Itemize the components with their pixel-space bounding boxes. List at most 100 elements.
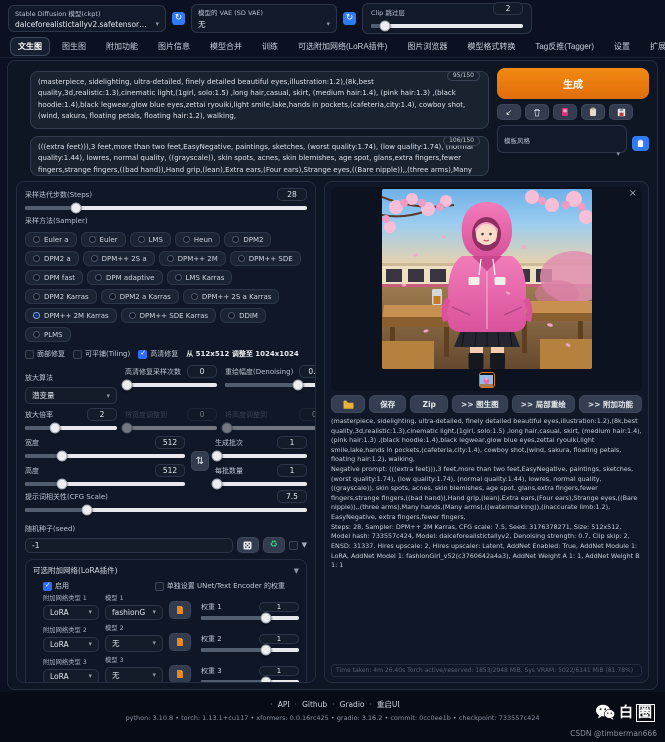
footer-link[interactable]: API [265,700,289,709]
close-icon[interactable]: × [629,188,637,199]
style-template-select[interactable]: 模板风格 ▾ [497,125,627,153]
tab[interactable]: Tag反推(Tagger) [527,37,602,56]
tab[interactable]: 图生图 [54,37,94,56]
lora-weight-input[interactable]: 1 [259,634,299,644]
output-action-button[interactable]: >> 附加功能 [579,395,642,413]
tiling-checkbox[interactable]: 可平铺(Tiling) [73,349,130,359]
cfg-input[interactable]: 7.5 [277,490,307,503]
extra-seed-checkbox[interactable] [289,541,298,550]
sampler-radio[interactable]: LMS Karras [167,270,233,285]
sampler-radio[interactable]: DPM fast [25,270,83,285]
steps-input[interactable]: 28 [277,188,307,201]
footer-link[interactable]: Github [290,700,328,709]
sampler-radio[interactable]: DPM++ 2M [159,251,226,266]
lora-weight-slider[interactable] [201,616,299,620]
apply-style-button[interactable] [632,136,649,151]
lora-type-select[interactable]: LoRA▾ [43,605,99,620]
vae-select[interactable]: 模型的 VAE (SD VAE) 无▾ [191,4,337,33]
sampler-radio[interactable]: DDIM [220,308,266,323]
sampler-radio[interactable]: DPM++ 2M Karras [25,308,117,323]
lora-model-select[interactable]: fashionG▾ [105,605,163,620]
batch-count-input[interactable]: 1 [277,436,307,449]
width-input[interactable]: 512 [155,436,185,449]
lora-weight-input[interactable]: 1 [259,666,299,676]
sampler-radio[interactable]: DPM adaptive [87,270,162,285]
output-action-button[interactable]: >> 图生图 [452,395,508,413]
sampler-radio[interactable]: DPM++ 2S a [83,251,155,266]
extra-networks-button[interactable] [553,104,577,120]
seed-input[interactable]: -1 [25,538,233,553]
height-input[interactable]: 512 [155,464,185,477]
clear-prompt-button[interactable] [525,104,549,120]
tab[interactable]: 图片信息 [150,37,198,56]
upscaler-select[interactable]: 潜变量▾ [25,387,117,404]
reuse-seed-button[interactable]: ♻ [263,537,285,553]
cfg-slider[interactable] [25,508,307,512]
lora-type-select[interactable]: LoRA▾ [43,669,99,683]
lora-model-select[interactable]: 无▾ [105,667,163,683]
clip-skip-input[interactable]: 2 [493,2,523,15]
batch-size-slider[interactable] [215,482,307,486]
batch-count-slider[interactable] [215,454,307,458]
restore-faces-checkbox[interactable]: 面部修复 [25,349,65,359]
height-slider[interactable] [25,482,185,486]
tab[interactable]: 设置 [606,37,638,56]
prompt-input[interactable]: 95/150 (masterpiece, sidelighting, ultra… [30,71,489,129]
negative-prompt-input[interactable]: 106/150 (((extra feet))),3 feet,more tha… [30,136,489,176]
lora-weight-input[interactable]: 1 [259,602,299,612]
apply-style-to-prompt-button[interactable] [581,104,605,120]
sampler-radio[interactable]: Euler [81,232,126,247]
swap-dimensions-button[interactable]: ⇅ [191,451,209,471]
sampler-radio[interactable]: DPM2 a [25,251,79,266]
sampler-radio[interactable]: Euler a [25,232,77,247]
refresh-vae-button[interactable]: ↻ [343,12,356,25]
lora-type-select[interactable]: LoRA▾ [43,637,99,652]
tab[interactable]: 附加功能 [98,37,146,56]
sampler-radio[interactable]: DPM2 Karras [25,289,97,304]
checkpoint-select[interactable]: Stable Diffusion 模型(ckpt) dalceforealist… [8,5,166,32]
tab[interactable]: 训练 [254,37,286,56]
footer-link[interactable]: 重启UI [365,700,400,709]
sampler-radio[interactable]: PLMS [25,327,71,342]
sampler-radio[interactable]: DPM++ 2S a Karras [183,289,280,304]
upscale-by-input[interactable]: 2 [87,408,117,421]
batch-size-input[interactable]: 1 [277,464,307,477]
clip-skip-slider[interactable] [371,24,523,28]
sampler-radio[interactable]: DPM++ SDE Karras [121,308,216,323]
tab[interactable]: 可选附加网络(LoRA插件) [290,37,395,56]
lora-model-info-button[interactable] [169,633,191,651]
tab[interactable]: 模型合并 [202,37,250,56]
generated-image[interactable] [382,189,592,369]
width-slider[interactable] [25,454,185,458]
gallery-thumbnail[interactable] [479,372,495,388]
lora-model-select[interactable]: 无▾ [105,635,163,652]
generate-button[interactable]: 生成 [497,68,649,99]
hires-steps-slider[interactable] [125,383,217,387]
hires-steps-input[interactable]: 0 [187,365,217,378]
addnet-enable-checkbox[interactable]: 启用 [43,581,69,591]
footer-link[interactable]: Gradio [327,700,364,709]
seed-extras-caret-icon[interactable]: ▼ [302,541,307,549]
sampler-radio[interactable]: DPM++ SDE [230,251,301,266]
upscale-by-slider[interactable] [25,426,117,430]
lora-weight-slider[interactable] [201,648,299,652]
lora-weight-slider[interactable] [201,680,299,683]
tab[interactable]: 模型格式转换 [459,37,523,56]
tab[interactable]: 扩展 [642,37,665,56]
output-action-button[interactable]: 保存 [369,395,406,413]
tab[interactable]: 图片浏览器 [399,37,455,56]
tab[interactable]: 文生图 [10,37,50,56]
denoising-input[interactable]: 0.7 [299,365,316,378]
sampler-radio[interactable]: DPM2 [224,232,271,247]
addnet-separate-weights-checkbox[interactable]: 单独设置 UNet/Text Encoder 的权重 [155,581,285,591]
sampler-radio[interactable]: DPM2 a Karras [101,289,179,304]
random-seed-button[interactable] [237,537,259,553]
output-action-button[interactable]: Zip [410,395,447,413]
open-folder-button[interactable] [331,395,365,413]
addnet-header[interactable]: 可选附加网络(LoRA插件) ▼ [33,565,299,576]
paste-params-button[interactable]: ↙ [497,104,521,120]
hires-fix-checkbox[interactable]: 高清修复 [138,349,178,359]
lora-model-info-button[interactable] [169,665,191,683]
sampler-radio[interactable]: LMS [130,232,171,247]
output-action-button[interactable]: >> 局部重绘 [512,395,575,413]
